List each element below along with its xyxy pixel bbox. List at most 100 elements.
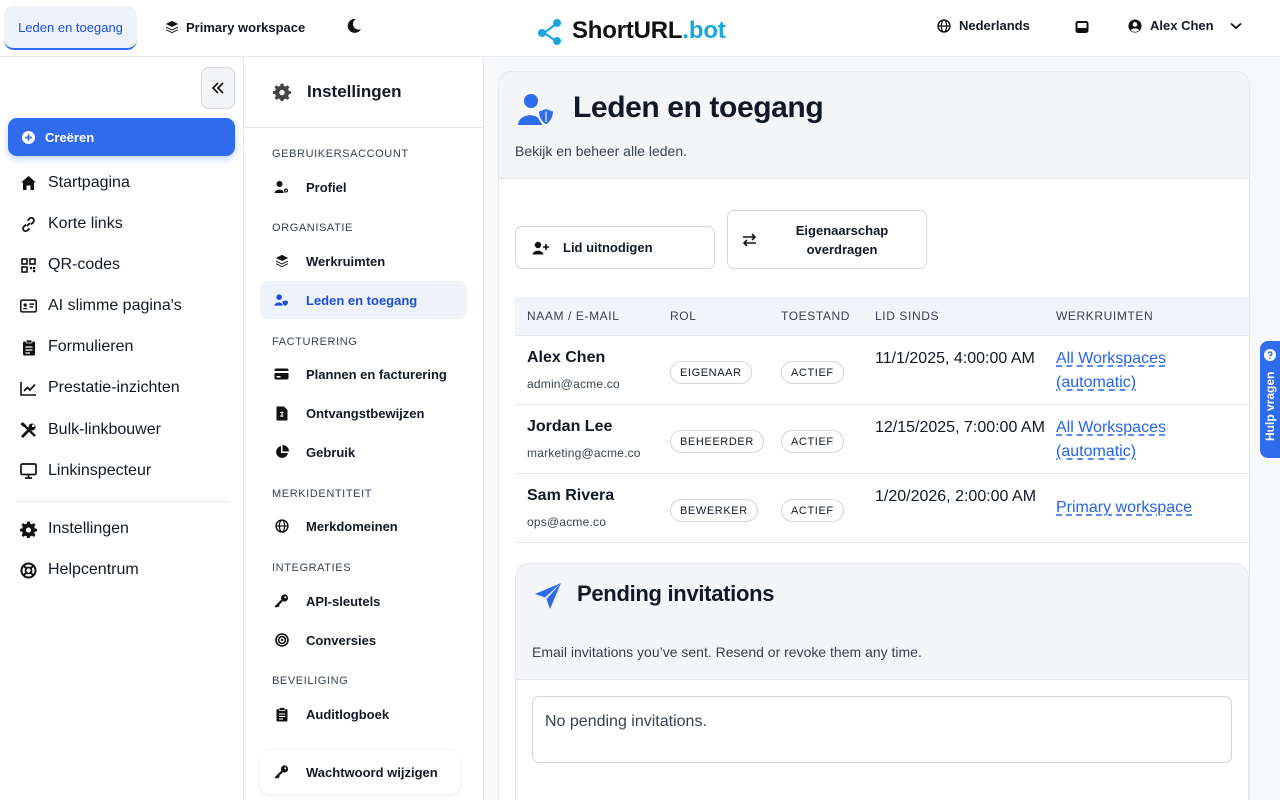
settings-item-profile[interactable]: Profiel — [260, 168, 467, 206]
settings-item-usage[interactable]: Gebruik — [260, 433, 467, 471]
settings-item-label: Conversies — [306, 632, 377, 648]
sidebar-item-help-center[interactable]: Helpcentrum — [20, 561, 139, 579]
question-icon — [1264, 349, 1276, 361]
section-label: MERKIDENTITEIT — [272, 488, 373, 500]
change-password-label: Wachtwoord wijzigen — [306, 764, 438, 780]
change-password-button[interactable]: Wachtwoord wijzigen — [260, 750, 460, 794]
sidebar-item-qr[interactable]: QR-codes — [20, 256, 120, 274]
gear-icon — [273, 83, 291, 101]
sidebar-item-bulk-builder[interactable]: Bulk-linkbouwer — [20, 421, 161, 439]
file-invoice-icon — [274, 406, 289, 421]
tab-members[interactable]: Leden en toegang — [4, 6, 137, 50]
settings-item-label: Leden en toegang — [306, 292, 418, 308]
top-bar: Leden en toegang Primary workspace Short… — [0, 0, 1280, 57]
member-name: Sam Rivera — [527, 487, 615, 504]
settings-item-members[interactable]: Leden en toegang — [260, 281, 467, 319]
member-name: Alex Chen — [527, 349, 606, 366]
qr-icon — [20, 257, 37, 274]
logo-main: ShortURL — [572, 17, 683, 44]
clipboard-list-icon — [274, 706, 289, 722]
settings-item-receipts[interactable]: Ontvangstbewijzen — [260, 394, 467, 432]
column-header: TOESTAND — [781, 309, 851, 323]
sidebar-item-label: Helpcentrum — [48, 561, 139, 578]
settings-item-domains[interactable]: Merkdomeinen — [260, 507, 467, 545]
settings-item-plans[interactable]: Plannen en facturering — [260, 355, 467, 393]
settings-title: Instellingen — [307, 82, 402, 101]
pending-header: Pending invitations Email invitations yo… — [516, 564, 1248, 680]
settings-item-workspaces[interactable]: Werkruimten — [260, 242, 467, 280]
member-since: 11/1/2025, 4:00:00 AM — [875, 350, 1035, 367]
settings-panel: Instellingen GEBRUIKERSACCOUNT Profiel O… — [244, 57, 484, 800]
workspace-switcher[interactable]: Primary workspace — [165, 16, 305, 38]
section-label: BEVEILIGING — [272, 675, 349, 687]
settings-item-conversions[interactable]: Conversies — [260, 621, 467, 659]
section-label: FACTURERING — [272, 336, 358, 348]
status-badge: ACTIEF — [781, 361, 844, 384]
section-label: INTEGRATIES — [272, 562, 352, 574]
invite-member-label: Lid uitnodigen — [563, 240, 653, 255]
sidebar-item-settings[interactable]: Instellingen — [20, 520, 129, 538]
member-email: ops@acme.co — [527, 515, 607, 529]
column-header: NAAM / E-MAIL — [527, 309, 620, 323]
sidebar-item-home[interactable]: Startpagina — [20, 174, 130, 192]
sidebar-item-label: Linkinspecteur — [48, 462, 152, 479]
chart-line-icon — [20, 380, 37, 397]
sidebar-item-link-inspector[interactable]: Linkinspecteur — [20, 462, 151, 480]
pending-invitations-card: Pending invitations Email invitations yo… — [515, 563, 1249, 800]
members-card: Leden en toegang Bekijk en beheer alle l… — [498, 71, 1250, 800]
sidebar-item-label: Korte links — [48, 215, 123, 232]
workspaces-link[interactable]: All Workspaces (automatic) — [1056, 416, 1206, 464]
sidebar-item-links[interactable]: Korte links — [20, 215, 123, 233]
member-since: 12/15/2025, 7:00:00 AM — [875, 419, 1045, 436]
column-header: LID SINDS — [875, 309, 940, 323]
role-badge: EIGENAAR — [670, 361, 752, 384]
workspaces-link[interactable]: All Workspaces (automatic) — [1056, 347, 1206, 395]
section-label: ORGANISATIE — [272, 222, 353, 234]
sidebar-item-forms[interactable]: Formulieren — [20, 338, 133, 356]
settings-item-label: Auditlogboek — [306, 706, 390, 722]
column-header: ROL — [670, 309, 697, 323]
create-button[interactable]: Creëren — [8, 118, 235, 156]
logo[interactable]: ShortURL.bot — [536, 16, 726, 46]
member-email: marketing@acme.co — [527, 446, 641, 460]
user-name: Alex Chen — [1150, 18, 1214, 33]
language-selector[interactable]: Nederlands — [937, 18, 1030, 33]
pending-subtitle: Email invitations you’ve sent. Resend or… — [532, 644, 922, 660]
moon-icon[interactable] — [345, 17, 363, 35]
logo-text: ShortURL.bot — [572, 17, 726, 45]
user-menu[interactable]: Alex Chen — [1128, 18, 1242, 33]
sidebar-item-insights[interactable]: Prestatie-inzichten — [20, 379, 180, 397]
role-badge: BEWERKER — [670, 499, 758, 522]
inbox-icon[interactable] — [1074, 19, 1090, 35]
member-since: 1/20/2026, 2:00:00 AM — [875, 488, 1037, 505]
column-header: WERKRUIMTEN — [1056, 309, 1154, 323]
card-header: Leden en toegang Bekijk en beheer alle l… — [499, 72, 1249, 179]
chevrons-left-icon — [211, 82, 225, 94]
sidebar-item-label: Bulk-linkbouwer — [48, 421, 161, 438]
member-email: admin@acme.co — [527, 377, 620, 391]
page-subtitle: Bekijk en beheer alle leden. — [515, 143, 688, 159]
sidebar-item-label: Startpagina — [48, 174, 130, 191]
workspaces-link[interactable]: Primary workspace — [1056, 496, 1192, 520]
collapse-sidebar-button[interactable] — [201, 67, 235, 109]
globe-icon — [937, 18, 951, 33]
pending-empty-state: No pending invitations. — [532, 696, 1232, 763]
sidebar-divider — [16, 501, 227, 502]
transfer-ownership-button[interactable]: Eigenaarschap overdragen — [727, 210, 927, 269]
sidebar-item-smart-pages[interactable]: AI slimme pagina's — [20, 297, 182, 315]
help-tab-label: Hulp vragen — [1263, 371, 1277, 441]
members-table: NAAM / E-MAIL ROL TOESTAND LID SINDS WER… — [515, 297, 1249, 543]
share-nodes-icon — [536, 16, 566, 46]
settings-item-label: Merkdomeinen — [306, 518, 398, 534]
settings-item-label: Ontvangstbewijzen — [306, 405, 425, 421]
invite-member-button[interactable]: Lid uitnodigen — [515, 226, 715, 269]
settings-item-audit-log[interactable]: Auditlogboek — [260, 695, 467, 733]
chevron-down-icon — [1229, 22, 1242, 30]
clipboard-icon — [20, 339, 37, 356]
user-shield-icon — [274, 293, 289, 307]
target-icon — [274, 633, 289, 647]
settings-item-api-keys[interactable]: API-sleutels — [260, 582, 467, 620]
help-tab[interactable]: Hulp vragen — [1260, 341, 1280, 458]
globe-icon — [274, 519, 289, 533]
user-plus-icon — [532, 241, 549, 255]
